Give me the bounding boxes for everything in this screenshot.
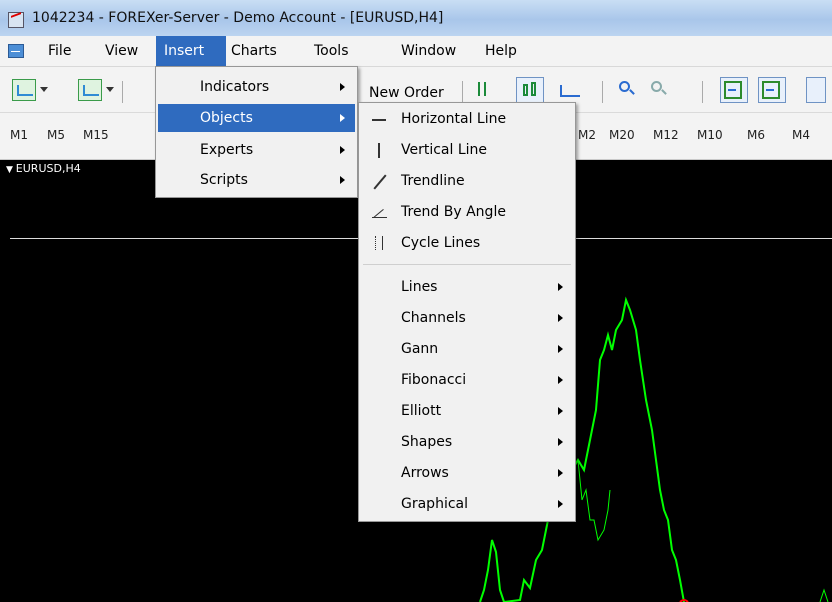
document-icon[interactable] [8, 44, 24, 58]
timeframe-m20[interactable]: M20 [609, 128, 635, 142]
timeframe-m12[interactable]: M12 [653, 128, 679, 142]
menu-item-horizontal-line[interactable]: Horizontal Line [361, 105, 573, 133]
toolbar-separator [702, 81, 703, 103]
menu-bar: File View Insert Charts Tools Window Hel… [0, 36, 832, 67]
menu-charts[interactable]: Charts [223, 36, 285, 66]
auto-scroll-icon[interactable] [758, 77, 786, 103]
window-title: 1042234 - FOREXer-Server - Demo Account … [32, 10, 444, 26]
menu-item-trendline[interactable]: Trendline [361, 167, 573, 195]
cycle-lines-icon [371, 235, 387, 251]
toolbar-separator [122, 81, 123, 103]
chevron-right-icon [340, 146, 345, 154]
menu-help[interactable]: Help [477, 36, 525, 66]
new-order-button[interactable]: New Order [369, 85, 444, 101]
menu-window[interactable]: Window [393, 36, 464, 66]
chevron-right-icon [340, 83, 345, 91]
chevron-right-icon [558, 438, 563, 446]
trend-by-angle-icon [371, 204, 387, 220]
toolbar-separator [602, 81, 603, 103]
menu-item-arrows[interactable]: Arrows [361, 459, 573, 487]
bar-chart-icon[interactable] [472, 77, 500, 103]
vertical-line-icon [371, 142, 387, 158]
price-series-line [819, 588, 829, 602]
menu-tools[interactable]: Tools [306, 36, 357, 66]
menu-item-vertical-line[interactable]: Vertical Line [361, 136, 573, 164]
horizontal-line-icon [371, 111, 387, 127]
objects-submenu: Horizontal Line Vertical Line Trendline … [358, 102, 576, 522]
chevron-right-icon [558, 500, 563, 508]
toolbar-separator [462, 81, 463, 103]
menu-item-elliott[interactable]: Elliott [361, 397, 573, 425]
trendline-icon [371, 173, 387, 189]
timeframe-m10[interactable]: M10 [697, 128, 723, 142]
price-series-line [577, 459, 611, 542]
timeframe-m5[interactable]: M5 [47, 128, 65, 142]
chevron-down-icon[interactable] [106, 87, 114, 92]
menu-item-objects[interactable]: Objects [158, 104, 355, 132]
chevron-right-icon [558, 283, 563, 291]
menu-item-cycle-lines[interactable]: Cycle Lines [361, 229, 573, 257]
new-chart-icon[interactable] [12, 79, 36, 101]
menu-item-shapes[interactable]: Shapes [361, 428, 573, 456]
app-icon [8, 12, 24, 28]
menu-view[interactable]: View [97, 36, 146, 66]
chevron-right-icon [340, 176, 345, 184]
chevron-right-icon [340, 114, 345, 122]
toolbar-button[interactable] [806, 77, 826, 103]
menu-item-lines[interactable]: Lines [361, 273, 573, 301]
menu-insert[interactable]: Insert [156, 36, 226, 66]
chevron-right-icon [558, 314, 563, 322]
menu-item-fibonacci[interactable]: Fibonacci [361, 366, 573, 394]
menu-item-gann[interactable]: Gann [361, 335, 573, 363]
zoom-out-icon[interactable] [646, 77, 674, 103]
menu-item-indicators[interactable]: Indicators [158, 73, 355, 101]
zoom-in-icon[interactable] [614, 77, 642, 103]
window-titlebar[interactable]: 1042234 - FOREXer-Server - Demo Account … [0, 0, 832, 37]
menu-item-trend-by-angle[interactable]: Trend By Angle [361, 198, 573, 226]
menu-file[interactable]: File [40, 36, 79, 66]
chevron-right-icon [558, 345, 563, 353]
menu-item-scripts[interactable]: Scripts [158, 166, 355, 194]
menu-item-graphical[interactable]: Graphical [361, 490, 573, 518]
chevron-right-icon [558, 407, 563, 415]
timeframe-m15[interactable]: M15 [83, 128, 109, 142]
insert-menu-dropdown: Indicators Objects Experts Scripts [155, 66, 358, 198]
chevron-down-icon[interactable] [40, 87, 48, 92]
timeframe-m4[interactable]: M4 [792, 128, 810, 142]
menu-item-channels[interactable]: Channels [361, 304, 573, 332]
candlesticks-icon[interactable] [516, 77, 544, 103]
chart-shift-icon[interactable] [720, 77, 748, 103]
menu-separator [363, 264, 571, 265]
chevron-right-icon [558, 376, 563, 384]
timeframe-m1[interactable]: M1 [10, 128, 28, 142]
timeframe-m2[interactable]: M2 [578, 128, 596, 142]
profiles-icon[interactable] [78, 79, 102, 101]
timeframe-m6[interactable]: M6 [747, 128, 765, 142]
menu-item-experts[interactable]: Experts [158, 136, 355, 164]
chevron-right-icon [558, 469, 563, 477]
line-chart-icon[interactable] [556, 77, 584, 103]
